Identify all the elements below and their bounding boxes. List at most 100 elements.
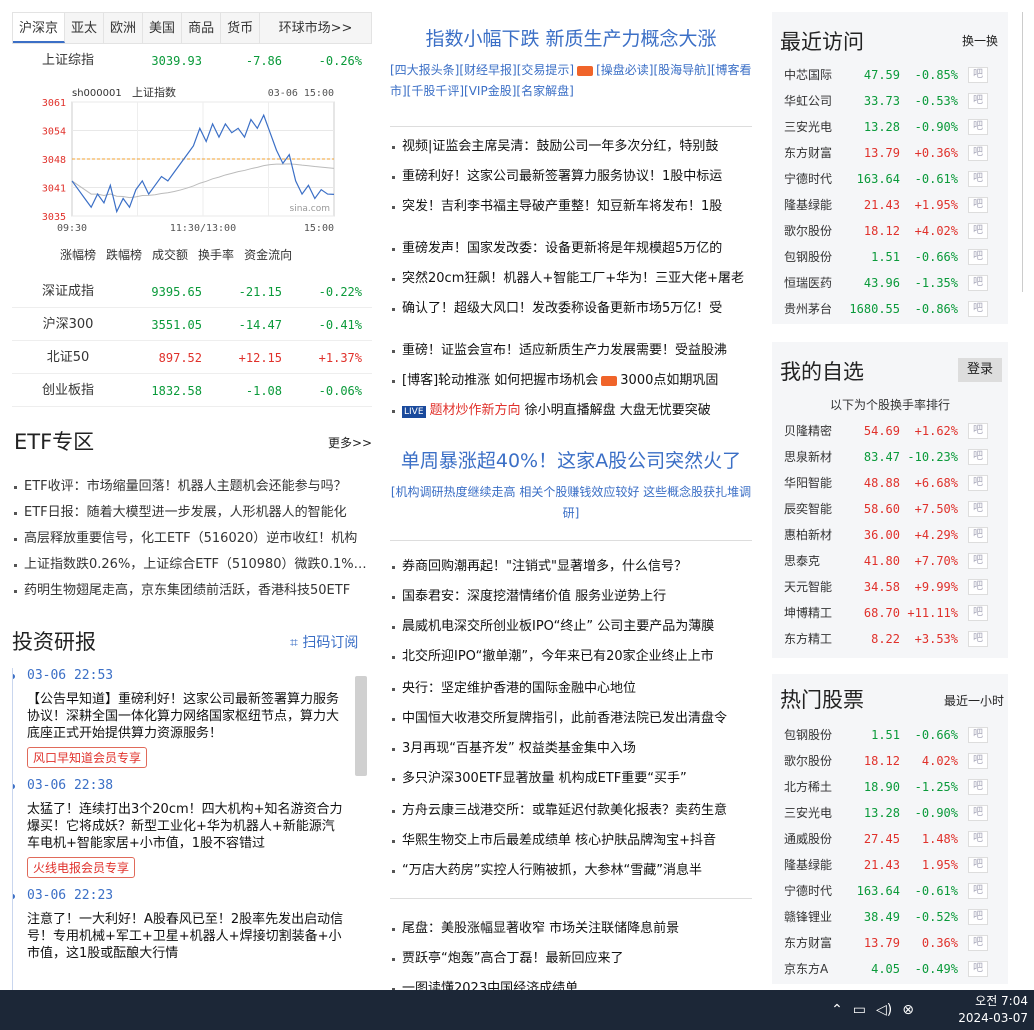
headline-2-sublinks[interactable]: [机构调研热度继续走高 相关个股赚钱效应较好 这些概念股获扎堆调研] [390,482,752,524]
news-item[interactable]: 突然20cm狂飙！机器人+智能工厂+华为！三亚大佬+屠老 [390,264,752,294]
stock-row[interactable]: 天元智能 34.58 +9.99% 吧 [772,574,1008,600]
stock-row[interactable]: 辰奕智能 58.60 +7.50% 吧 [772,496,1008,522]
stock-row[interactable]: 京东方A 4.05 -0.49% 吧 [772,956,1008,982]
headline-1-sublinks[interactable]: [四大报头条][财经早报][交易提示] [操盘必读][股海导航][博客看市][千股… [390,60,752,102]
stock-name[interactable]: 歌尔股份 [784,748,844,774]
news-item[interactable]: 3月再现“百基齐发” 权益类基金集中入场 [390,734,752,764]
member-tag[interactable]: 火线电报会员专享 [27,857,136,878]
stock-bar-link[interactable]: 吧 [968,605,988,621]
news-item[interactable]: 尾盘：美股涨幅显著收窄 市场关注联储降息前景 [390,914,752,944]
news-item[interactable]: 重磅发声！国家发改委：设备更新将是年规模超5万亿的 [390,234,752,264]
stock-bar-link[interactable]: 吧 [968,449,988,465]
stock-bar-link[interactable]: 吧 [968,883,988,899]
stock-name[interactable]: 三安光电 [784,800,844,826]
stock-bar-link[interactable]: 吧 [968,67,988,83]
main-index-row[interactable]: 上证综指 3039.93 -7.86 -0.26% [12,45,372,77]
stock-name[interactable]: 天元智能 [784,574,844,600]
index-name[interactable]: 创业板指 [12,375,124,407]
research-item[interactable]: 03-06 22:38 太猛了！连续打出3个20cm！四大机构+知名游资合力爆买！… [13,778,372,878]
news-item[interactable]: 央行：坚定维护香港的国际金融中心地位 [390,674,752,704]
stock-name[interactable]: 中芯国际 [784,62,844,88]
stock-bar-link[interactable]: 吧 [968,249,988,265]
stock-bar-link[interactable]: 吧 [968,553,988,569]
stock-bar-link[interactable]: 吧 [968,727,988,743]
tab-commodities[interactable]: 商品 [182,13,222,43]
stock-bar-link[interactable]: 吧 [968,223,988,239]
last-hour-link[interactable]: 最近一小时 [944,692,1004,709]
stock-name[interactable]: 东方财富 [784,140,844,166]
etf-news-item[interactable]: ETF收评：市场缩量回落！机器人主题机会还能参与吗？ [12,474,372,500]
research-scrollbar[interactable] [355,676,367,776]
stock-name[interactable]: 隆基绿能 [784,192,844,218]
stock-name[interactable]: 东方财富 [784,930,844,956]
index-name[interactable]: 沪深300 [12,309,124,341]
stock-bar-link[interactable]: 吧 [968,119,988,135]
stock-row[interactable]: 三安光电 13.28 -0.90% 吧 [772,800,1008,826]
tab-europe[interactable]: 欧洲 [104,13,144,43]
stock-name[interactable]: 赣锋锂业 [784,904,844,930]
index-row[interactable]: 北证50 897.52 +12.15 +1.37% [12,342,372,374]
stock-row[interactable]: 中芯国际 47.59 -0.85% 吧 [772,62,1008,88]
news-item[interactable]: 贾跃亭“炮轰”高合丁磊！最新回应来了 [390,944,752,974]
stock-bar-link[interactable]: 吧 [968,805,988,821]
stock-bar-link[interactable]: 吧 [968,171,988,187]
etf-news-item[interactable]: ETF日报：随着大模型进一步发展，人形机器人的智能化 [12,500,372,526]
news-item[interactable]: 重磅利好！这家公司最新签署算力服务协议！1股中标运 [390,162,752,192]
research-body[interactable]: 【公告早知道】重磅利好！这家公司最新签署算力服务协议！深耕全国一体化算力网络国家… [27,691,347,742]
stock-row[interactable]: 贝隆精密 54.69 +1.62% 吧 [772,418,1008,444]
headline-1[interactable]: 指数小幅下跌 新质生产力概念大涨 [390,24,752,51]
stock-bar-link[interactable]: 吧 [968,857,988,873]
rank-link[interactable]: 成交额 [152,246,188,263]
news-item[interactable]: 中国恒大收港交所复牌指引，此前香港法院已发出清盘令 [390,704,752,734]
stock-row[interactable]: 东方精工 8.22 +3.53% 吧 [772,626,1008,652]
stock-bar-link[interactable]: 吧 [968,301,988,317]
stock-name[interactable]: 宁德时代 [784,878,844,904]
stock-name[interactable]: 思泉新材 [784,444,844,470]
stock-row[interactable]: 惠柏新材 36.00 +4.29% 吧 [772,522,1008,548]
stock-row[interactable]: 歌尔股份 18.12 +4.02% 吧 [772,218,1008,244]
stock-name[interactable]: 华阳智能 [784,470,844,496]
stock-bar-link[interactable]: 吧 [968,753,988,769]
rank-link[interactable]: 换手率 [198,246,234,263]
stock-bar-link[interactable]: 吧 [968,475,988,491]
stock-row[interactable]: 隆基绿能 21.43 1.95% 吧 [772,852,1008,878]
network-icon[interactable]: ▭ [853,1002,866,1018]
stock-bar-link[interactable]: 吧 [968,935,988,951]
research-body[interactable]: 太猛了！连续打出3个20cm！四大机构+知名游资合力爆买！它将成妖？新型工业化+… [27,801,347,852]
research-item[interactable]: 03-06 22:23 注意了！一大利好！A股春风已至！2股率先发出启动信号！专用… [13,888,372,962]
stock-bar-link[interactable]: 吧 [968,145,988,161]
stock-bar-link[interactable]: 吧 [968,275,988,291]
stock-row[interactable]: 华阳智能 48.88 +6.68% 吧 [772,470,1008,496]
stock-bar-link[interactable]: 吧 [968,423,988,439]
index-name[interactable]: 北证50 [12,342,124,374]
stock-name[interactable]: 通威股份 [784,826,844,852]
tab-global-market[interactable]: 环球市场>> [260,13,371,43]
stock-bar-link[interactable]: 吧 [968,527,988,543]
stock-row[interactable]: 贵州茅台 1680.55 -0.86% 吧 [772,296,1008,322]
news-item[interactable]: 晨威机电深交所创业板IPO“终止” 公司主要产品为薄膜 [390,612,752,642]
stock-name[interactable]: 隆基绿能 [784,852,844,878]
index-name[interactable]: 深证成指 [12,276,124,308]
rank-link[interactable]: 涨幅榜 [60,246,96,263]
tab-hushenjing[interactable]: 沪深京 [13,13,66,43]
news-item[interactable]: 视频|证监会主席吴清：鼓励公司一年多次分红，特别鼓 [390,132,752,162]
tab-asia-pacific[interactable]: 亚太 [65,13,105,43]
stock-bar-link[interactable]: 吧 [968,961,988,977]
stock-bar-link[interactable]: 吧 [968,197,988,213]
stock-name[interactable]: 贝隆精密 [784,418,844,444]
stock-row[interactable]: 宁德时代 163.64 -0.61% 吧 [772,166,1008,192]
refresh-link[interactable]: 换一换 [962,32,998,49]
stock-row[interactable]: 东方财富 13.79 0.36% 吧 [772,930,1008,956]
stock-row[interactable]: 通威股份 27.45 1.48% 吧 [772,826,1008,852]
research-body[interactable]: 注意了！一大利好！A股春风已至！2股率先发出启动信号！专用机械+军工+卫星+机器… [27,911,347,962]
headline-2[interactable]: 单周暴涨超40%！这家A股公司突然火了 [390,446,752,473]
news-item[interactable]: 确认了！超级大风口！发改委称设备更新市场5万亿！受 [390,294,752,324]
chevron-up-icon[interactable]: ⌃ [831,1002,843,1018]
stock-name[interactable]: 京东方A [784,956,844,982]
live-news-item[interactable]: LIVE 题材炒作新方向 徐小明直播解盘 大盘无忧要突破 [390,396,752,426]
volume-icon[interactable]: ◁) [876,1002,892,1018]
stock-name[interactable]: 恒瑞医药 [784,270,844,296]
stock-name[interactable]: 宁德时代 [784,166,844,192]
news-item[interactable]: 多只沪深300ETF显著放量 机构成ETF重要“买手” [390,764,752,794]
stock-row[interactable]: 东方财富 13.79 +0.36% 吧 [772,140,1008,166]
